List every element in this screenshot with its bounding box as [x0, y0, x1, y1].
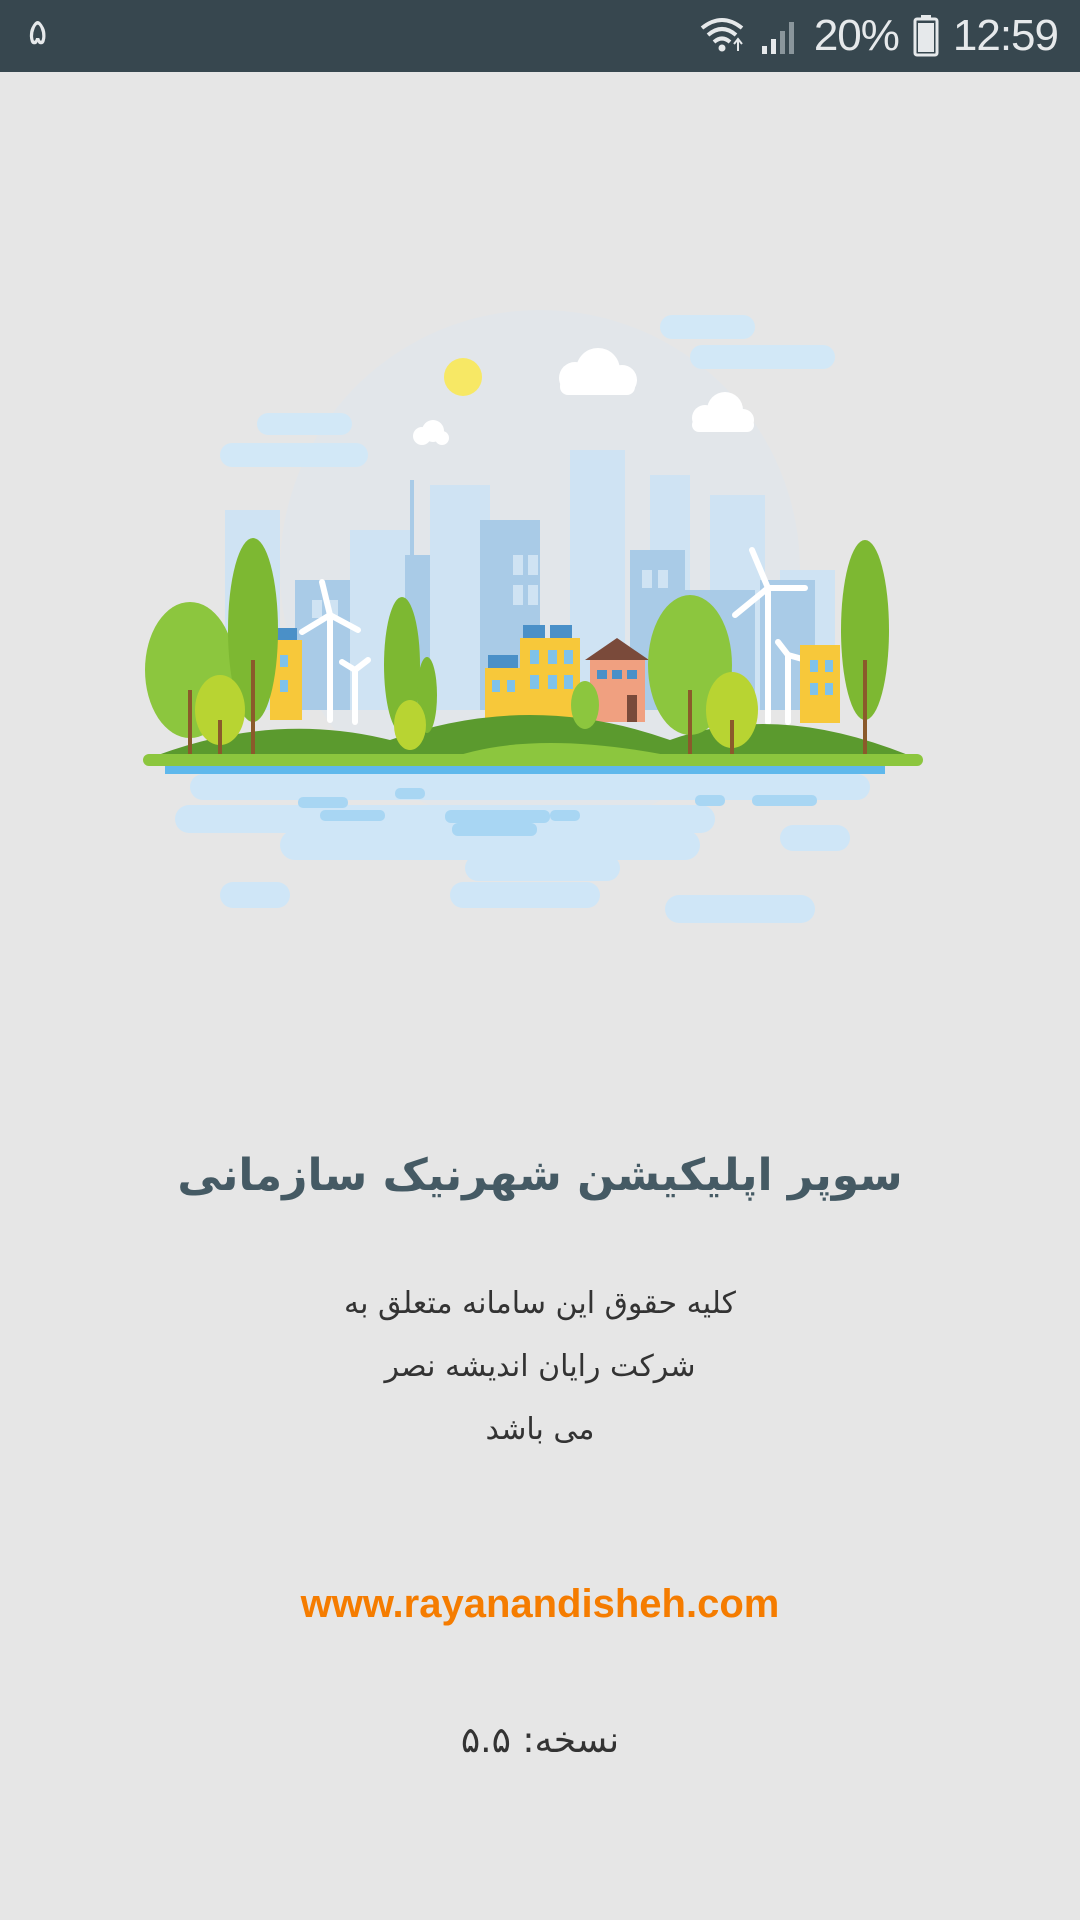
copyright-line: شرکت رایان اندیشه نصر — [384, 1349, 696, 1384]
battery-percent: 20% — [813, 11, 900, 60]
battery-icon — [913, 15, 939, 57]
website-link[interactable]: www.rayanandisheh.com — [0, 1582, 1080, 1627]
copyright-line: کلیه حقوق این سامانه متعلق به — [344, 1286, 736, 1321]
signal-icon — [760, 16, 800, 56]
version-label: نسخه: ۵.۵ — [460, 1720, 620, 1761]
notification-count: ۵ — [28, 12, 48, 53]
wifi-icon — [698, 16, 746, 56]
status-icons: 20% 12:59 — [698, 0, 1059, 72]
status-bar: ۵ 20% 12:59 — [0, 0, 1080, 72]
clock: 12:59 — [952, 11, 1059, 60]
copyright-line: می باشد — [485, 1412, 595, 1447]
city-landscape-illustration — [130, 270, 950, 930]
copyright-text: کلیه حقوق این سامانه متعلق به شرکت رایان… — [0, 1272, 1080, 1461]
app-title: سوپر اپلیکیشن شهرنیک سازمانی — [177, 1150, 903, 1201]
